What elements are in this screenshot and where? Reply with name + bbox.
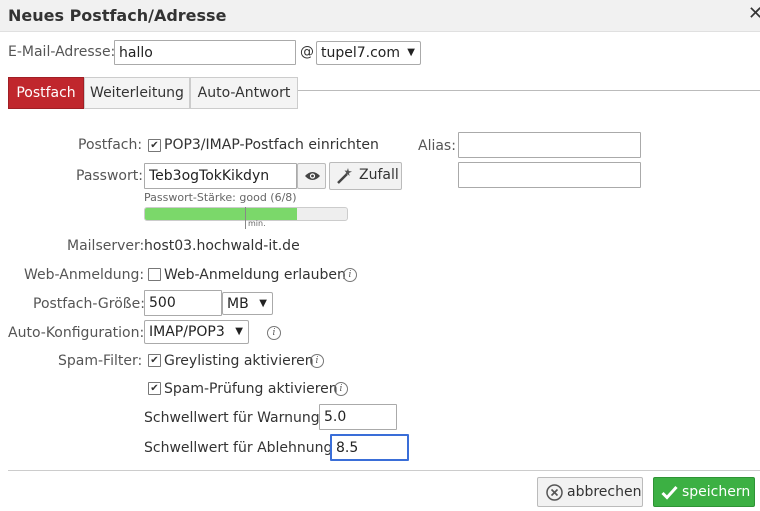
domain-select-value: tupel7.com (321, 45, 401, 61)
footer-divider (8, 470, 760, 471)
cancel-button[interactable]: abbrechen (537, 477, 643, 507)
spam-filter-label: Spam-Filter: (58, 353, 143, 369)
save-button[interactable]: speichern (653, 477, 755, 507)
dialog-titlebar: Neues Postfach/Adresse ✕ (0, 0, 760, 32)
checkmark-icon (661, 485, 678, 500)
password-strength-text: Passwort-Stärke: good (6/8) (144, 191, 297, 204)
tab-postfach[interactable]: Postfach (8, 77, 84, 109)
warn-threshold-label: Schwellwert für Warnung: (144, 410, 325, 426)
postfach-label: Postfach: (78, 137, 143, 153)
tab-auto-antwort[interactable]: Auto-Antwort (190, 77, 298, 109)
greylisting-label: Greylisting aktivieren (164, 353, 314, 369)
alias-label: Alias: (418, 138, 456, 154)
spam-check-label: Spam-Prüfung aktivieren (164, 381, 338, 397)
reject-threshold-label: Schwellwert für Ablehnung: (144, 440, 338, 456)
info-icon[interactable]: i (267, 326, 281, 340)
eye-icon (305, 172, 320, 180)
chevron-down-icon: ▼ (235, 326, 243, 337)
auto-config-label: Auto-Konfiguration: (8, 325, 145, 341)
tab-divider (298, 90, 760, 91)
close-icon[interactable]: ✕ (748, 3, 760, 24)
size-unit-select[interactable]: MB ▼ (222, 292, 273, 315)
mailbox-size-label: Postfach-Größe: (33, 296, 145, 312)
domain-select[interactable]: tupel7.com ▼ (316, 41, 421, 65)
chevron-down-icon: ▼ (259, 298, 267, 309)
alias-input-2[interactable] (458, 162, 641, 188)
password-strength-fill (145, 208, 297, 220)
email-label: E-Mail-Adresse: (8, 44, 116, 60)
info-icon[interactable]: i (343, 268, 357, 282)
web-login-checkbox[interactable] (148, 268, 161, 281)
greylisting-checkbox[interactable]: ✔ (148, 354, 161, 367)
mailserver-label: Mailserver: (67, 238, 145, 254)
password-input[interactable] (144, 163, 297, 189)
at-symbol: @ (300, 44, 314, 60)
tab-weiterleitung[interactable]: Weiterleitung (84, 77, 190, 109)
reject-threshold-input[interactable] (330, 434, 409, 461)
chevron-down-icon: ▼ (407, 47, 415, 58)
cancel-icon (546, 484, 563, 501)
show-password-button[interactable] (297, 163, 326, 189)
mailserver-value: host03.hochwald-it.de (144, 238, 300, 254)
auto-config-value: IMAP/POP3 (149, 324, 225, 340)
save-label: speichern (682, 484, 751, 500)
email-local-input[interactable] (114, 40, 296, 65)
info-icon[interactable]: i (334, 382, 348, 396)
password-strength-bar (144, 207, 348, 221)
alias-input-1[interactable] (458, 132, 641, 158)
spam-check-checkbox[interactable]: ✔ (148, 382, 161, 395)
strength-min-marker (245, 207, 246, 229)
random-password-label: Zufall (359, 167, 399, 183)
password-label: Passwort: (76, 168, 143, 184)
auto-config-select[interactable]: IMAP/POP3 ▼ (144, 320, 249, 344)
random-password-button[interactable]: Zufall (329, 162, 402, 190)
cancel-label: abbrechen (567, 484, 642, 500)
info-icon[interactable]: i (310, 354, 324, 368)
web-login-checkbox-label: Web-Anmeldung erlauben (164, 267, 346, 283)
warn-threshold-input[interactable] (319, 404, 397, 430)
size-unit-value: MB (227, 296, 249, 312)
postfach-checkbox-label: POP3/IMAP-Postfach einrichten (164, 137, 379, 153)
dialog-title: Neues Postfach/Adresse (8, 6, 227, 25)
magic-wand-icon (337, 168, 352, 184)
web-login-label: Web-Anmeldung: (24, 267, 145, 283)
mailbox-size-input[interactable] (144, 290, 222, 316)
strength-min-label: min. (248, 219, 266, 228)
postfach-checkbox[interactable]: ✔ (148, 139, 161, 152)
